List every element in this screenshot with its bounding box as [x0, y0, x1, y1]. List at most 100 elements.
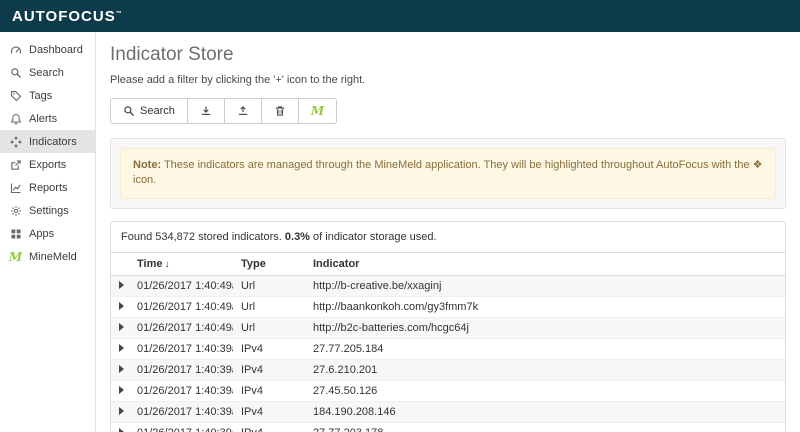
bell-icon: [9, 112, 22, 125]
indicator-cell: 27.77.205.184: [305, 338, 785, 359]
reports-icon: [9, 181, 22, 194]
time-column-label: Time: [137, 258, 162, 270]
status-prefix: Found 534,872 stored indicators.: [121, 231, 285, 243]
time-cell: 01/26/2017 1:40:39am: [129, 401, 233, 422]
page-subtitle: Please add a filter by clicking the '+' …: [110, 74, 786, 86]
sidebar-item-settings[interactable]: Settings: [0, 199, 95, 222]
indicator-cell: 27.45.50.126: [305, 380, 785, 401]
indicator-cell: 27.6.210.201: [305, 359, 785, 380]
table-row[interactable]: 01/26/2017 1:40:39am IPv4 27.45.50.126: [111, 380, 785, 401]
upload-button[interactable]: [224, 98, 262, 124]
indicators-icon: [9, 135, 22, 148]
minemeld-button[interactable]: M: [298, 98, 337, 124]
search-button-label: Search: [140, 105, 175, 117]
search-icon: [9, 66, 22, 79]
type-cell: Url: [233, 317, 305, 338]
table-row[interactable]: 01/26/2017 1:40:39am IPv4 27.77.205.184: [111, 338, 785, 359]
dashboard-icon: [9, 43, 22, 56]
time-cell: 01/26/2017 1:40:39am: [129, 422, 233, 432]
expand-caret-icon[interactable]: [119, 302, 124, 310]
table-row[interactable]: 01/26/2017 1:40:49am Url http://baankonk…: [111, 296, 785, 317]
autofocus-app: AUTOFOCUS™ Dashboard Search Tags Alerts …: [0, 0, 800, 432]
time-cell: 01/26/2017 1:40:39am: [129, 359, 233, 380]
expand-caret-icon[interactable]: [119, 344, 124, 352]
toolbar: Search M: [110, 98, 786, 124]
delete-button[interactable]: [261, 98, 299, 124]
table-row[interactable]: 01/26/2017 1:40:49am Url http://b-creati…: [111, 275, 785, 296]
status-percent: 0.3%: [285, 231, 310, 243]
column-header-time[interactable]: Time↓: [129, 252, 233, 275]
page-title: Indicator Store: [110, 44, 786, 66]
expand-column-header: [111, 252, 129, 275]
sidebar-item-tags[interactable]: Tags: [0, 84, 95, 107]
time-cell: 01/26/2017 1:40:39am: [129, 338, 233, 359]
toolbar-button-group: Search M: [110, 98, 337, 124]
time-cell: 01/26/2017 1:40:49am: [129, 275, 233, 296]
indicator-cell: http://b-creative.be/xxaginj: [305, 275, 785, 296]
sidebar-item-dashboard[interactable]: Dashboard: [0, 38, 95, 61]
indicator-cell: http://b2c-batteries.com/hcgc64j: [305, 317, 785, 338]
indicator-table: Time↓ Type Indicator 01/26/2017 1:40:49a…: [111, 252, 785, 432]
expand-caret-icon[interactable]: [119, 386, 124, 394]
minemeld-icon: M: [311, 105, 324, 117]
main-content: Indicator Store Please add a filter by c…: [96, 32, 800, 432]
logo-text: AUTOFOCUS: [12, 8, 116, 25]
type-cell: IPv4: [233, 359, 305, 380]
table-row[interactable]: 01/26/2017 1:40:39am IPv4 27.6.210.201: [111, 359, 785, 380]
expand-caret-icon[interactable]: [119, 407, 124, 415]
trash-icon: [274, 105, 286, 117]
table-row[interactable]: 01/26/2017 1:40:49am Url http://b2c-batt…: [111, 317, 785, 338]
filter-well: Note: These indicators are managed throu…: [110, 138, 786, 209]
note-text: These indicators are managed through the…: [133, 159, 762, 186]
note-label: Note:: [133, 159, 161, 171]
type-cell: IPv4: [233, 380, 305, 401]
expand-caret-icon[interactable]: [119, 365, 124, 373]
indicator-rows: 01/26/2017 1:40:49am Url http://b-creati…: [111, 275, 785, 432]
apps-icon: [9, 227, 22, 240]
sidebar-item-alerts[interactable]: Alerts: [0, 107, 95, 130]
download-button[interactable]: [187, 98, 225, 124]
autofocus-logo: AUTOFOCUS™: [12, 8, 122, 25]
sidebar-item-reports[interactable]: Reports: [0, 176, 95, 199]
sidebar-item-exports[interactable]: Exports: [0, 153, 95, 176]
gear-icon: [9, 204, 22, 217]
table-header-row: Time↓ Type Indicator: [111, 252, 785, 275]
sidebar: Dashboard Search Tags Alerts Indicators …: [0, 32, 96, 432]
sidebar-item-minemeld[interactable]: M MineMeld: [0, 245, 95, 268]
sidebar-item-search[interactable]: Search: [0, 61, 95, 84]
upload-icon: [237, 105, 249, 117]
table-row[interactable]: 01/26/2017 1:40:39am IPv4 184.190.208.14…: [111, 401, 785, 422]
type-cell: IPv4: [233, 422, 305, 432]
type-cell: IPv4: [233, 338, 305, 359]
column-header-indicator[interactable]: Indicator: [305, 252, 785, 275]
sort-desc-icon[interactable]: ↓: [164, 259, 169, 270]
column-header-type[interactable]: Type: [233, 252, 305, 275]
type-cell: Url: [233, 275, 305, 296]
minemeld-icon: M: [9, 250, 22, 263]
app-body: Dashboard Search Tags Alerts Indicators …: [0, 32, 800, 432]
type-cell: IPv4: [233, 401, 305, 422]
expand-caret-icon[interactable]: [119, 281, 124, 289]
trademark-mark: ™: [116, 11, 122, 17]
indicator-cell: 184.190.208.146: [305, 401, 785, 422]
type-cell: Url: [233, 296, 305, 317]
sidebar-item-indicators[interactable]: Indicators: [0, 130, 95, 153]
minemeld-note: Note: These indicators are managed throu…: [120, 148, 776, 199]
expand-caret-icon[interactable]: [119, 323, 124, 331]
sidebar-item-apps[interactable]: Apps: [0, 222, 95, 245]
expand-caret-icon[interactable]: [119, 428, 124, 432]
search-button[interactable]: Search: [110, 98, 188, 124]
download-icon: [200, 105, 212, 117]
status-suffix: of indicator storage used.: [310, 231, 437, 243]
table-row[interactable]: 01/26/2017 1:40:39am IPv4 27.77.203.178: [111, 422, 785, 432]
search-icon: [123, 105, 135, 117]
indicator-count-status: Found 534,872 stored indicators. 0.3% of…: [111, 222, 785, 252]
export-icon: [9, 158, 22, 171]
tag-icon: [9, 89, 22, 102]
app-header: AUTOFOCUS™: [0, 0, 800, 32]
time-cell: 01/26/2017 1:40:39am: [129, 380, 233, 401]
indicator-cell: http://baankonkoh.com/gy3fmm7k: [305, 296, 785, 317]
time-cell: 01/26/2017 1:40:49am: [129, 296, 233, 317]
indicator-cell: 27.77.203.178: [305, 422, 785, 432]
time-cell: 01/26/2017 1:40:49am: [129, 317, 233, 338]
